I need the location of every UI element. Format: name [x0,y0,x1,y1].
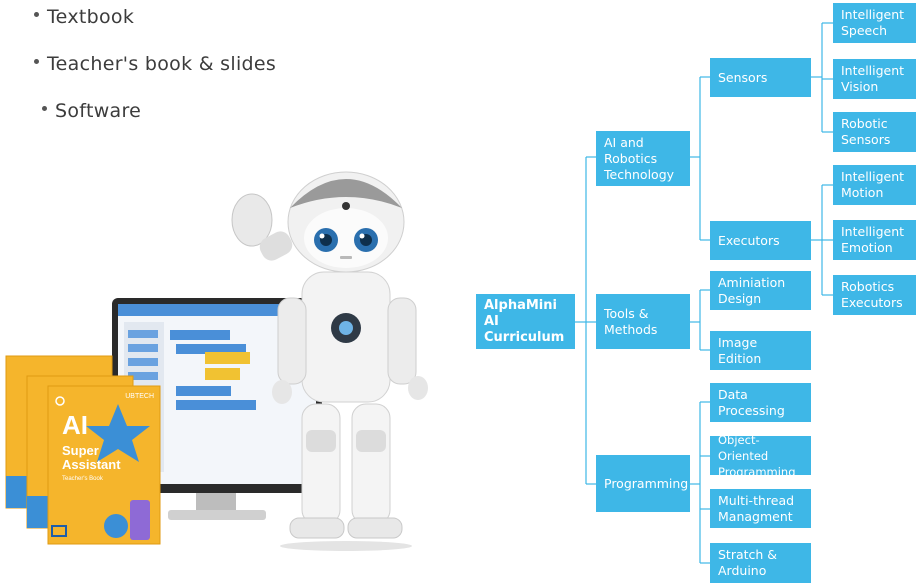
node-data-processing: Data Processing [710,383,811,422]
node-object-oriented-programming: Object-Oriented Programming [710,433,811,479]
node-animation-design: Aminiation Design [710,271,811,310]
book-caption: Teacher's Book [62,476,103,482]
node-tools-methods: Tools & Methods [596,294,690,349]
node-intelligent-speech: Intelligent Speech [833,3,916,43]
node-intelligent-emotion: Intelligent Emotion [833,220,916,260]
node-programming: Programming [596,455,690,512]
node-executors: Executors [710,221,811,260]
node-intelligent-vision: Intelligent Vision [833,59,916,99]
book-subtitle: Super Assistant [62,443,121,472]
node-multi-thread-management: Multi-thread Managment [710,489,811,528]
node-stratch-arduino: Stratch & Arduino [710,543,811,583]
book-title: AI [62,410,88,440]
node-robotic-sensors: Robotic Sensors [833,112,916,152]
node-intelligent-motion: Intelligent Motion [833,165,916,205]
book-cover: UBTECH AI Super Assistant Teacher's Book [48,386,160,544]
node-sensors: Sensors [710,58,811,97]
node-image-edition: Image Edition [710,331,811,370]
book-brand: UBTECH [125,393,154,400]
node-ai-robotics-technology: AI and Robotics Technology [596,131,690,186]
node-robotics-executors: Robotics Executors [833,275,916,315]
node-root: AlphaMini AI Curriculum [476,294,575,349]
